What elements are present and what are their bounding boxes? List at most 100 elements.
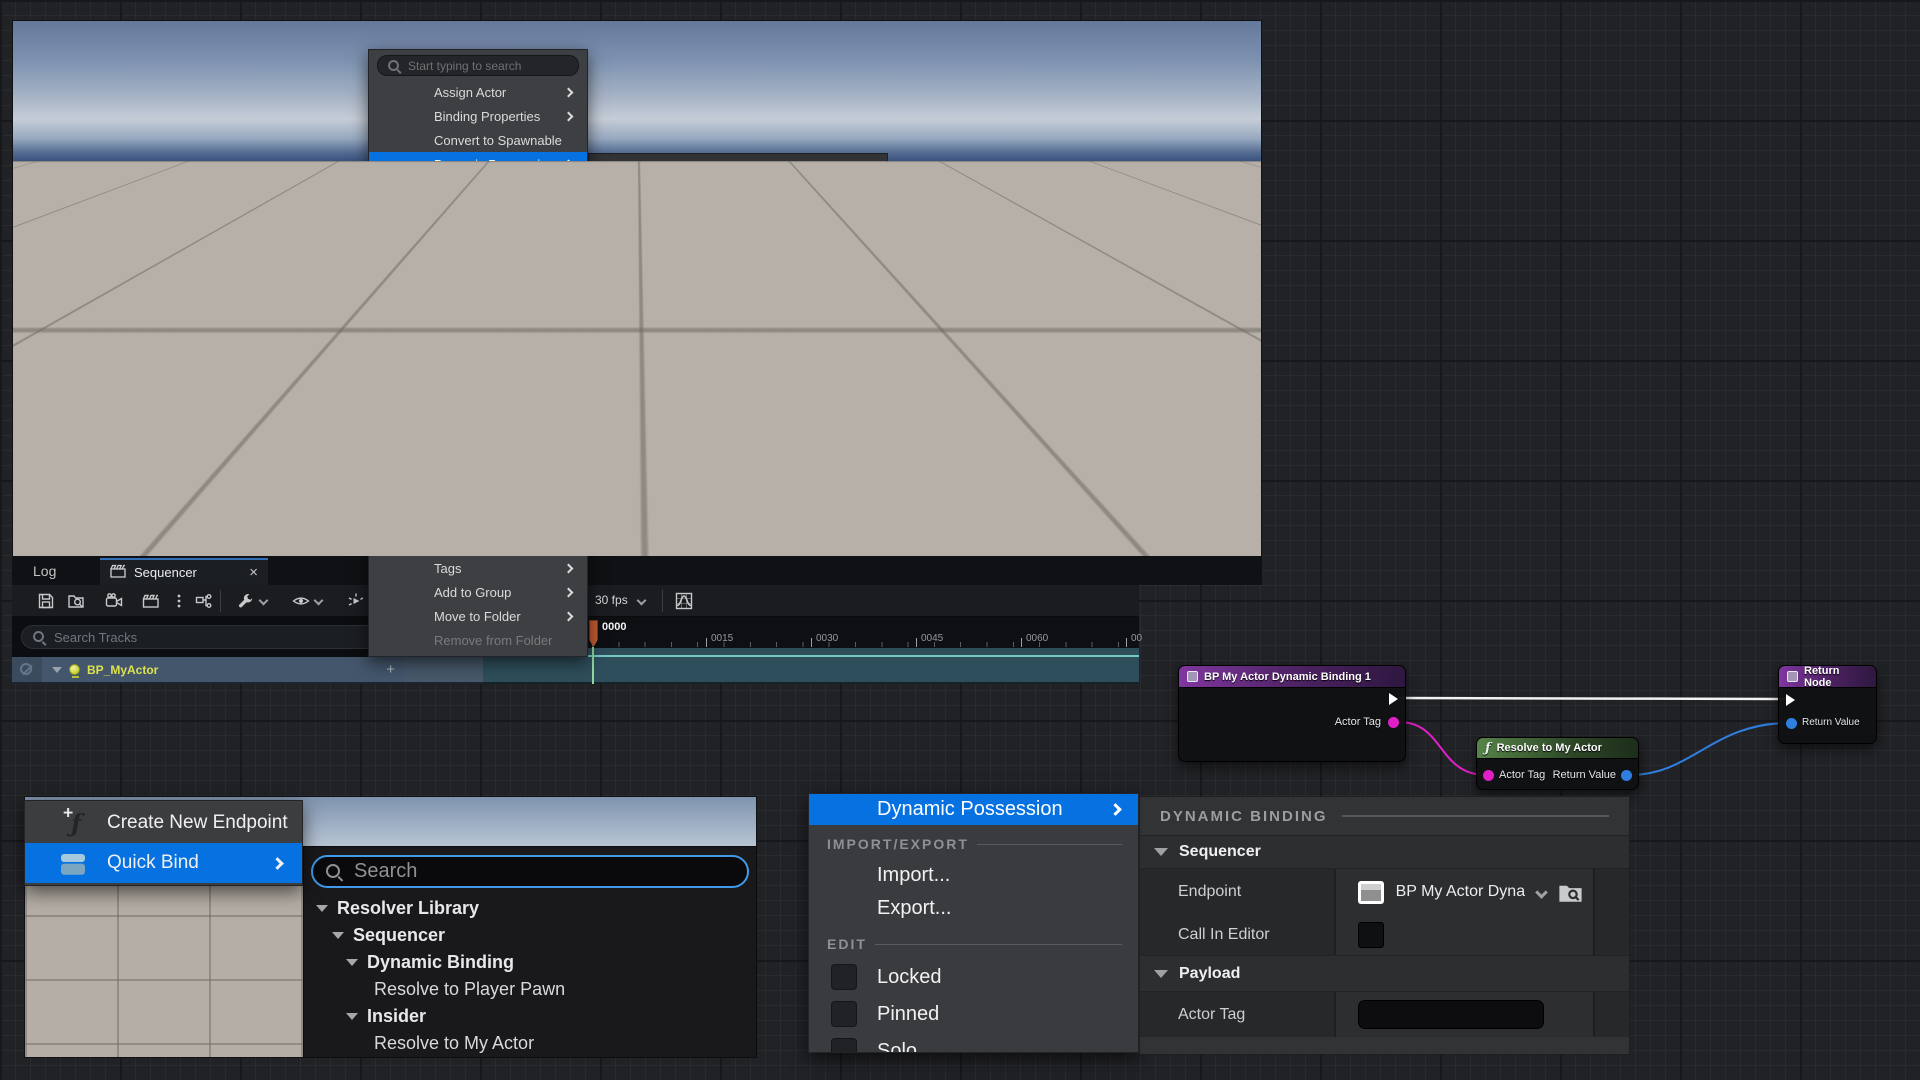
collapse-triangle-icon[interactable] <box>923 324 931 329</box>
tree-item-insider[interactable]: Insider <box>304 1003 756 1030</box>
menu-item-create-new-endpoint[interactable]: +ƒ Create New Endpoint <box>717 235 905 261</box>
browse-endpoint-icon[interactable] <box>820 215 839 231</box>
tab-log[interactable]: Log <box>33 563 56 579</box>
menu-item-export[interactable]: Export... <box>369 223 587 247</box>
collapse-triangle-icon[interactable] <box>1154 970 1168 978</box>
menu-toggle-locked[interactable]: Locked <box>369 267 587 291</box>
eye-dropdown-chevron[interactable] <box>314 596 324 606</box>
menu-item-copy[interactable]: CopyCTRL+C <box>369 390 587 414</box>
actor-tag-input[interactable] <box>1358 1000 1544 1029</box>
return-node[interactable]: Return Node Return Value <box>1778 665 1877 744</box>
wrench-icon[interactable] <box>237 592 255 610</box>
render-movie-icon[interactable] <box>142 592 160 610</box>
close-icon[interactable]: × <box>249 564 258 581</box>
eye-icon[interactable] <box>292 592 310 610</box>
checkbox[interactable] <box>831 1038 857 1053</box>
menu-item-duplicate[interactable]: DuplicateCTRL+D <box>369 438 587 462</box>
endpoint-value[interactable]: Unbound <box>732 216 781 230</box>
endpoint-dropdown-chevron[interactable] <box>1535 886 1548 899</box>
return-value-input-pin[interactable] <box>1786 718 1797 729</box>
camera-icon[interactable] <box>105 592 123 610</box>
tree-item-sequencer[interactable]: Sequencer <box>904 317 1205 335</box>
tree-item-dynamic-binding[interactable]: Dynamic Binding <box>904 335 1205 353</box>
return-value-output-pin[interactable] <box>1621 770 1632 781</box>
menu-search-input[interactable]: Start typing to search <box>377 55 579 76</box>
collapse-triangle-icon[interactable] <box>911 306 919 311</box>
track-row-bp-myactor[interactable]: BP_MyActor + <box>42 657 405 684</box>
endpoint-dropdown-chevron[interactable] <box>802 218 812 228</box>
tree-item-sequencer[interactable]: Sequencer <box>304 922 756 949</box>
menu-toggle-solo[interactable]: Solo <box>369 315 587 339</box>
menu-item-import[interactable]: Import... <box>809 859 1138 892</box>
function-node-resolve-to-my-actor[interactable]: ƒ Resolve to My Actor Actor Tag Return V… <box>1476 737 1639 790</box>
fps-dropdown-chevron[interactable] <box>637 596 647 606</box>
checkbox[interactable] <box>378 342 395 359</box>
menu-item-delete[interactable]: Delete <box>369 462 587 486</box>
collapse-triangle-icon[interactable] <box>52 667 62 673</box>
menu-item-dynamic-possession[interactable]: Dynamic Possession <box>369 152 587 176</box>
menu-item-import[interactable]: Import... <box>369 199 587 223</box>
menu-item-rename[interactable]: RenameF2 <box>369 510 587 534</box>
menu-item-export[interactable]: Export... <box>809 892 1138 925</box>
actor-sequence-icon[interactable] <box>195 592 213 610</box>
tree-item-resolve-to-my-actor[interactable]: Resolve to My Actor <box>304 1030 756 1057</box>
collapse-triangle-icon[interactable] <box>935 342 943 347</box>
save-icon[interactable] <box>37 592 55 610</box>
group-row-sequencer[interactable]: Sequencer <box>1140 835 1629 869</box>
resolver-search-input[interactable]: Search <box>311 855 749 888</box>
checkbox[interactable] <box>378 294 395 311</box>
tree-item-resolve-to-player-pawn[interactable]: Resolve to Player Pawn <box>304 976 756 1003</box>
timeline-ruler[interactable]: 0015 0030 0045 0060 00 <box>588 617 1139 648</box>
collapse-triangle-icon[interactable] <box>332 932 344 939</box>
call-in-editor-checkbox[interactable] <box>1358 922 1384 948</box>
wrench-dropdown-chevron[interactable] <box>259 596 269 606</box>
checkbox[interactable] <box>831 1001 857 1027</box>
menu-item-cut[interactable]: CutCTRL+X <box>369 366 587 390</box>
menu-toggle-pinned[interactable]: Pinned <box>809 996 1138 1033</box>
resolver-search-input[interactable]: Search <box>912 269 1197 295</box>
menu-item-binding-properties[interactable]: Binding Properties <box>369 104 587 128</box>
collapse-triangle-icon[interactable] <box>346 1013 358 1020</box>
collapse-triangle-icon[interactable] <box>1154 848 1168 856</box>
browse-endpoint-icon[interactable] <box>1558 882 1583 903</box>
checkbox[interactable] <box>378 318 395 335</box>
exec-input-pin[interactable] <box>1786 694 1795 706</box>
menu-item-quick-bind[interactable]: Quick Bind <box>717 261 905 287</box>
browse-icon[interactable] <box>67 592 85 610</box>
menu-item-add-to-group[interactable]: Add to Group <box>369 580 587 604</box>
exec-output-pin[interactable] <box>1389 693 1398 705</box>
menu-item-dynamic-possession[interactable]: Dynamic Possession <box>809 794 1138 825</box>
menu-toggle-pinned[interactable]: Pinned <box>369 291 587 315</box>
menu-item-convert-to-spawnable[interactable]: Convert to Spawnable <box>369 128 587 152</box>
menu-item-quick-bind[interactable]: Quick Bind <box>25 843 302 883</box>
event-node-bp-my-actor-dynamic-binding[interactable]: BP My Actor Dynamic Binding 1 Actor Tag <box>1178 665 1406 762</box>
checkbox[interactable] <box>378 270 395 287</box>
tree-item-dynamic-binding[interactable]: Dynamic Binding <box>304 949 756 976</box>
menu-toggle-locked[interactable]: Locked <box>809 959 1138 996</box>
collapse-triangle-icon[interactable] <box>601 190 611 196</box>
tree-item-resolver-library[interactable]: Resolver Library <box>304 895 756 922</box>
actor-tag-output-pin[interactable] <box>1388 717 1399 728</box>
menu-toggle-mute[interactable]: Mute <box>369 339 587 363</box>
playback-options-icon[interactable] <box>347 592 365 610</box>
menu-item-delete-and-keep-state[interactable]: Delete and Keep State <box>369 486 587 510</box>
menu-item-move-to-folder[interactable]: Move to Folder <box>369 604 587 628</box>
menu-toggle-solo[interactable]: Solo <box>809 1033 1138 1053</box>
track-lane[interactable] <box>483 655 1139 684</box>
tree-item-resolve-to-player-pawn[interactable]: Resolve to Player Pawn <box>904 353 1205 371</box>
menu-item-create-new-endpoint[interactable]: +ƒ Create New Endpoint <box>25 803 302 843</box>
collapse-triangle-icon[interactable] <box>346 959 358 966</box>
group-row-payload[interactable]: Payload <box>1140 955 1629 992</box>
add-track-button[interactable]: + <box>386 661 395 678</box>
curve-editor-icon[interactable] <box>675 592 693 610</box>
menu-item-tags[interactable]: Tags <box>369 556 587 580</box>
menu-item-assign-actor[interactable]: Assign Actor <box>369 80 587 104</box>
fps-selector[interactable]: 30 fps <box>595 593 628 607</box>
group-row-sequencer[interactable]: Sequencer <box>589 179 887 207</box>
actor-tag-input-pin[interactable] <box>1483 770 1494 781</box>
options-dots-icon[interactable] <box>170 592 188 610</box>
tab-sequencer[interactable]: Sequencer × <box>100 558 268 585</box>
collapse-triangle-icon[interactable] <box>316 905 328 912</box>
checkbox[interactable] <box>831 964 857 990</box>
tree-item-resolver-library[interactable]: Resolver Library <box>904 299 1205 317</box>
